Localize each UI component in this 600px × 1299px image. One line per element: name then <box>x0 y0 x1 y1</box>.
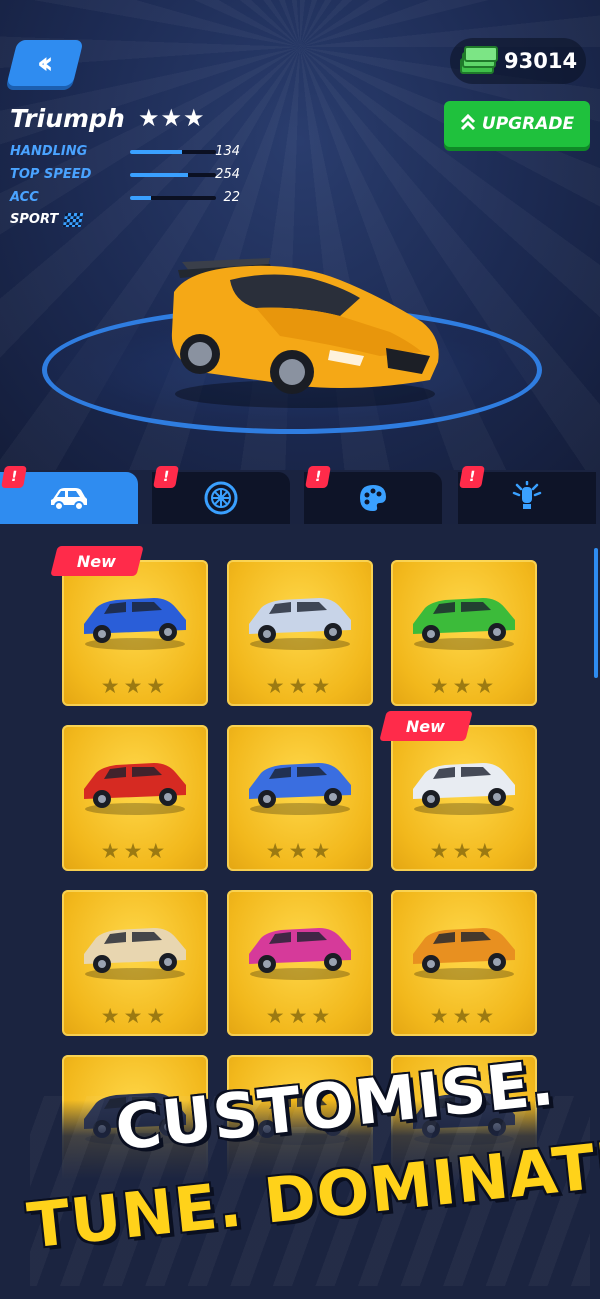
alert-badge: ! <box>459 466 485 488</box>
red-hot-rod-icon <box>84 763 186 815</box>
car-card[interactable]: ★★★ <box>227 560 373 706</box>
car-card[interactable]: ★★★ <box>62 890 208 1036</box>
car-stats: HANDLING 134 TOP SPEED 254 ACC 22 <box>10 144 270 213</box>
car-card[interactable]: ★★★ <box>227 725 373 871</box>
tab-cars[interactable]: ! <box>0 466 138 524</box>
new-badge: New <box>50 546 144 576</box>
card-star-rating: ★★★ <box>429 674 499 698</box>
car-card[interactable]: ★★★ <box>62 560 208 706</box>
cash-stack-icon <box>460 46 498 74</box>
stat-handling: HANDLING 134 <box>10 144 270 167</box>
stat-value: 22 <box>223 190 240 205</box>
stat-label: TOP SPEED <box>10 167 92 182</box>
stat-bar <box>130 173 216 177</box>
stat-label: ACC <box>10 190 39 205</box>
stars-and-stripes-dragster-icon <box>249 763 351 815</box>
orange-dune-buggy-icon <box>413 928 515 980</box>
back-button[interactable]: ‹‹ <box>6 40 84 86</box>
stat-value: 254 <box>215 167 240 182</box>
cream-offroad-suv-icon <box>84 928 186 980</box>
scrollbar[interactable] <box>594 548 598 678</box>
upgrade-button[interactable]: UPGRADE <box>444 101 590 147</box>
car-card[interactable]: ★★★ <box>391 560 537 706</box>
showroom: ‹‹ 93014 Triumph ★★★ UPGRADE HANDLING 13… <box>0 0 600 470</box>
double-chevron-up-icon <box>460 113 476 136</box>
pink-hypercar-icon <box>249 928 351 980</box>
card-star-rating: ★★★ <box>265 839 335 863</box>
stat-acc: ACC 22 <box>10 190 270 213</box>
car-card[interactable]: ★★★ <box>391 725 537 871</box>
stat-bar <box>130 150 216 154</box>
car-icon <box>49 481 89 515</box>
currency-amount: 93014 <box>504 49 578 73</box>
car-class-label: SPORT <box>10 212 59 227</box>
card-star-rating: ★★★ <box>265 1004 335 1028</box>
double-chevron-left-icon: ‹‹ <box>36 45 46 81</box>
car-card[interactable]: ★★★ <box>391 890 537 1036</box>
card-star-rating: ★★★ <box>100 674 170 698</box>
card-star-rating: ★★★ <box>429 1004 499 1028</box>
card-star-rating: ★★★ <box>265 674 335 698</box>
muscle-car-stars-icon <box>413 763 515 815</box>
card-star-rating: ★★★ <box>100 839 170 863</box>
silver-dragster-concept-icon <box>249 598 351 650</box>
stat-label: HANDLING <box>10 144 88 159</box>
car-card[interactable]: ★★★ <box>62 725 208 871</box>
wheel-icon <box>201 481 241 515</box>
car-card[interactable]: ★★★ <box>227 890 373 1036</box>
currency-display: 93014 <box>450 38 586 84</box>
new-badge-label: New <box>406 716 446 736</box>
customize-tabs: ! ! ! ! <box>0 466 600 524</box>
tab-lights[interactable]: ! <box>458 466 596 524</box>
blue-funny-car-icon <box>84 598 186 650</box>
alert-badge: ! <box>305 466 331 488</box>
upgrade-label: UPGRADE <box>481 114 575 134</box>
car-class: SPORT <box>10 212 84 227</box>
stat-bar <box>130 196 216 200</box>
new-badge: New <box>379 711 473 741</box>
hero-car[interactable] <box>160 252 450 412</box>
car-name: Triumph <box>10 104 125 133</box>
tab-paint[interactable]: ! <box>304 466 442 524</box>
green-convertible-icon <box>413 598 515 650</box>
paint-palette-icon <box>353 481 393 515</box>
card-star-rating: ★★★ <box>429 839 499 863</box>
light-bulb-icon <box>507 481 547 515</box>
new-badge-label: New <box>77 551 117 571</box>
tab-wheels[interactable]: ! <box>152 466 290 524</box>
alert-badge: ! <box>1 466 27 488</box>
card-star-rating: ★★★ <box>100 1004 170 1028</box>
car-star-rating: ★★★ <box>138 104 206 132</box>
alert-badge: ! <box>153 466 179 488</box>
stat-top-speed: TOP SPEED 254 <box>10 167 270 190</box>
checkered-flag-icon <box>63 212 84 227</box>
stat-value: 134 <box>215 144 240 159</box>
